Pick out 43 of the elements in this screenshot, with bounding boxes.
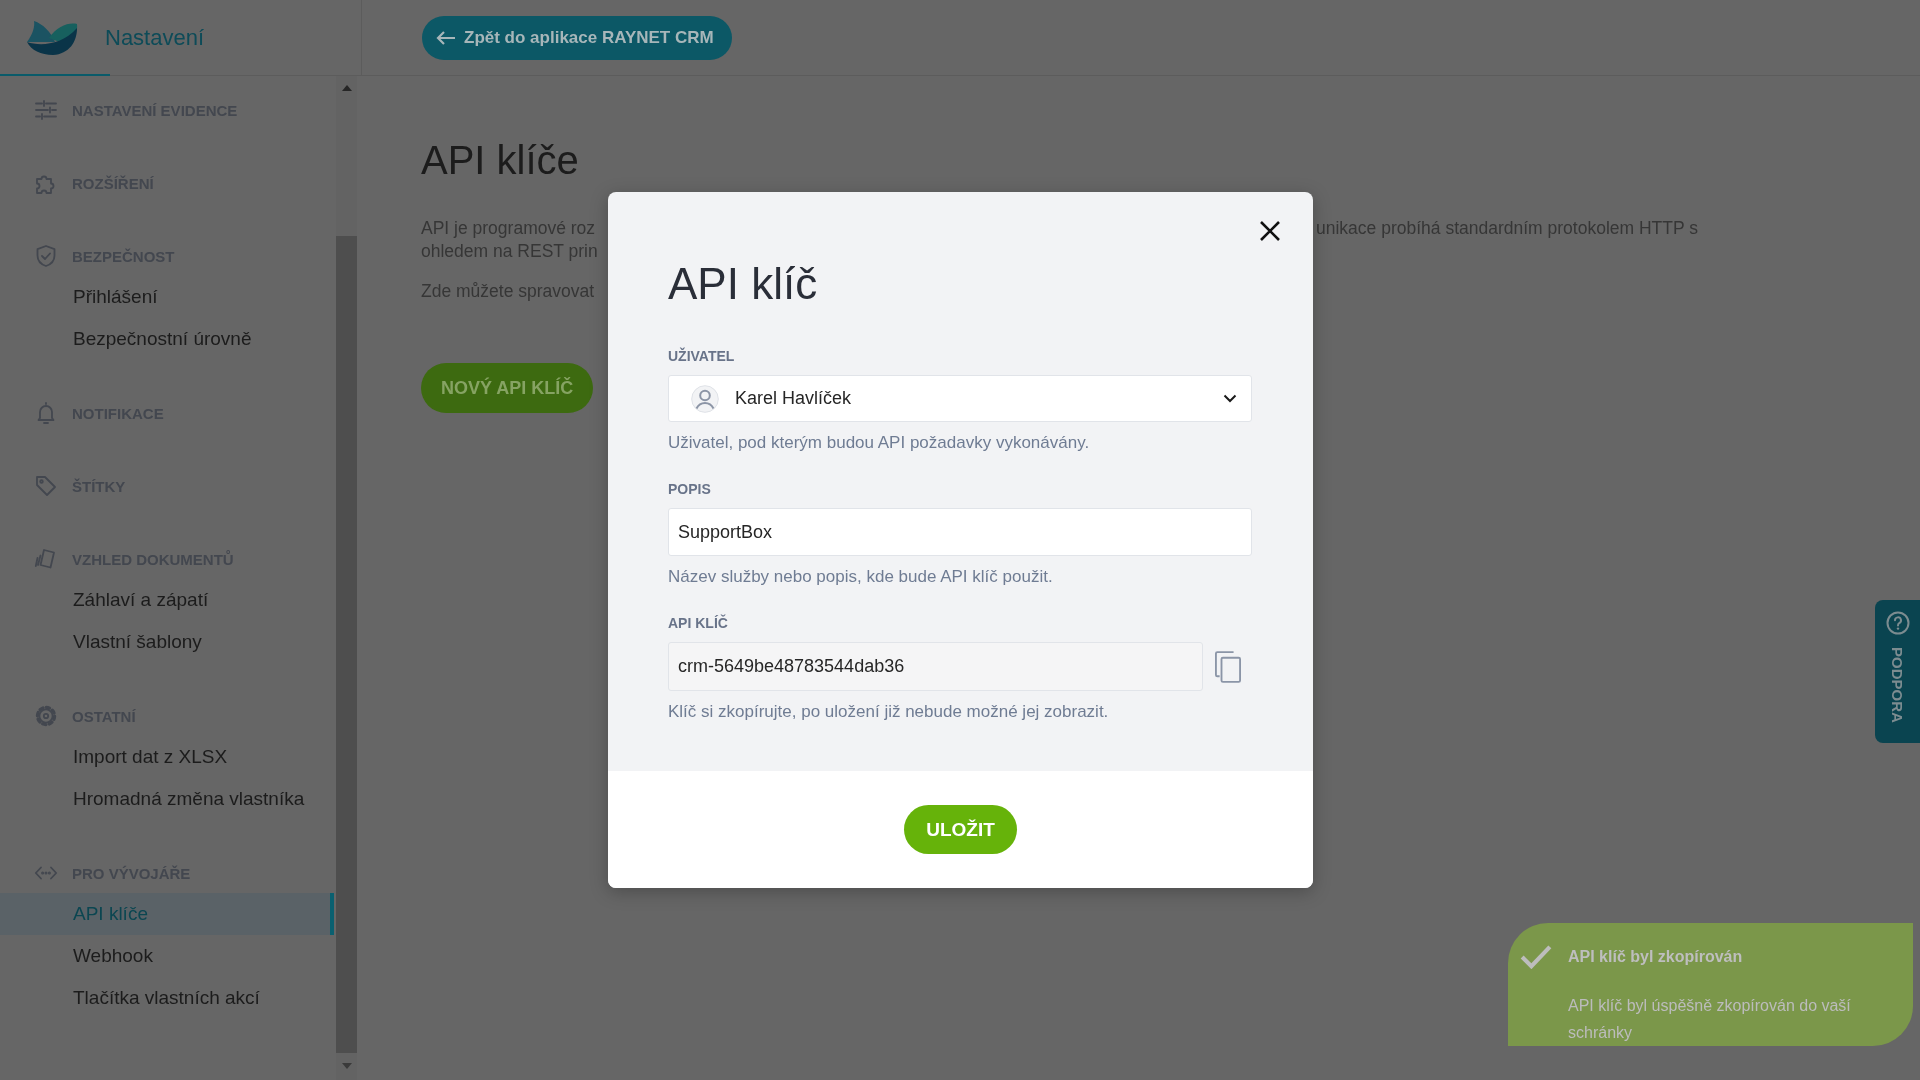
sliders-icon (34, 98, 58, 122)
back-button[interactable]: Zpět do aplikace RAYNET CRM (422, 15, 732, 60)
toast-message: API klíč byl úspěšně zkopírován do vaší schránky (1568, 996, 1852, 1043)
save-button[interactable]: ULOŽIT (904, 805, 1017, 854)
help-icon (1885, 611, 1910, 635)
sidebar-item[interactable]: Hromadná změna vlastníka (0, 778, 334, 820)
tag-icon (34, 474, 58, 498)
field-label: API KLÍČ (668, 614, 729, 632)
field-label: UŽIVATEL (668, 347, 736, 365)
page-title: API klíče (421, 137, 580, 184)
close-icon[interactable] (1259, 220, 1281, 242)
sidebar-item[interactable]: API klíče (0, 893, 334, 935)
sidebar-item[interactable]: Webhook (0, 935, 334, 977)
new-api-key-button[interactable]: NOVÝ API KLÍČ (421, 363, 594, 413)
toast-title: API klíč byl zkopírován (1568, 948, 1743, 966)
logo-icon (25, 19, 79, 56)
sidebar-item[interactable]: Tlačítka vlastních akcí (0, 977, 334, 1019)
sidebar-item[interactable]: Import dat z XLSX (0, 736, 334, 778)
field-hint: Uživatel, pod kterým budou API požadavky vykonávány. (668, 432, 1091, 454)
copy-icon[interactable] (1215, 650, 1241, 683)
field-label: POPIS (668, 480, 712, 498)
scroll-up-icon[interactable] (341, 85, 352, 91)
support-tab[interactable]: PODPORA (1875, 600, 1920, 743)
cards-icon (34, 547, 58, 571)
scrollbar-thumb[interactable] (336, 236, 357, 1053)
check-icon (1520, 945, 1552, 969)
field-hint: Název služby nebo popis, kde bude API klíč použit. (668, 566, 1054, 588)
chevron-down-icon (1223, 394, 1237, 403)
field-hint: Klíč si zkopírujte, po uložení již nebude možné jej zobrazit. (668, 701, 1110, 723)
api-key-field[interactable]: crm-5649be48783544dab36 (668, 642, 1203, 691)
sidebar-item[interactable]: Vlastní šablony (0, 621, 334, 663)
modal-title: API klíč (668, 258, 818, 310)
avatar-icon (691, 384, 719, 413)
user-select[interactable]: Karel Havlíček (668, 375, 1252, 422)
sidebar-item[interactable]: Záhlaví a zápatí (0, 579, 334, 621)
gear-icon (34, 704, 58, 728)
app-title: Nastavení (105, 24, 205, 51)
arrow-left-icon (436, 29, 456, 46)
shield-check-icon (34, 244, 58, 268)
scroll-down-icon[interactable] (341, 1063, 352, 1069)
sidebar-item[interactable]: Bezpečnostní úrovně (0, 318, 334, 360)
sidebar-item[interactable]: Přihlášení (0, 276, 334, 318)
description-input[interactable]: SupportBox (668, 508, 1252, 556)
